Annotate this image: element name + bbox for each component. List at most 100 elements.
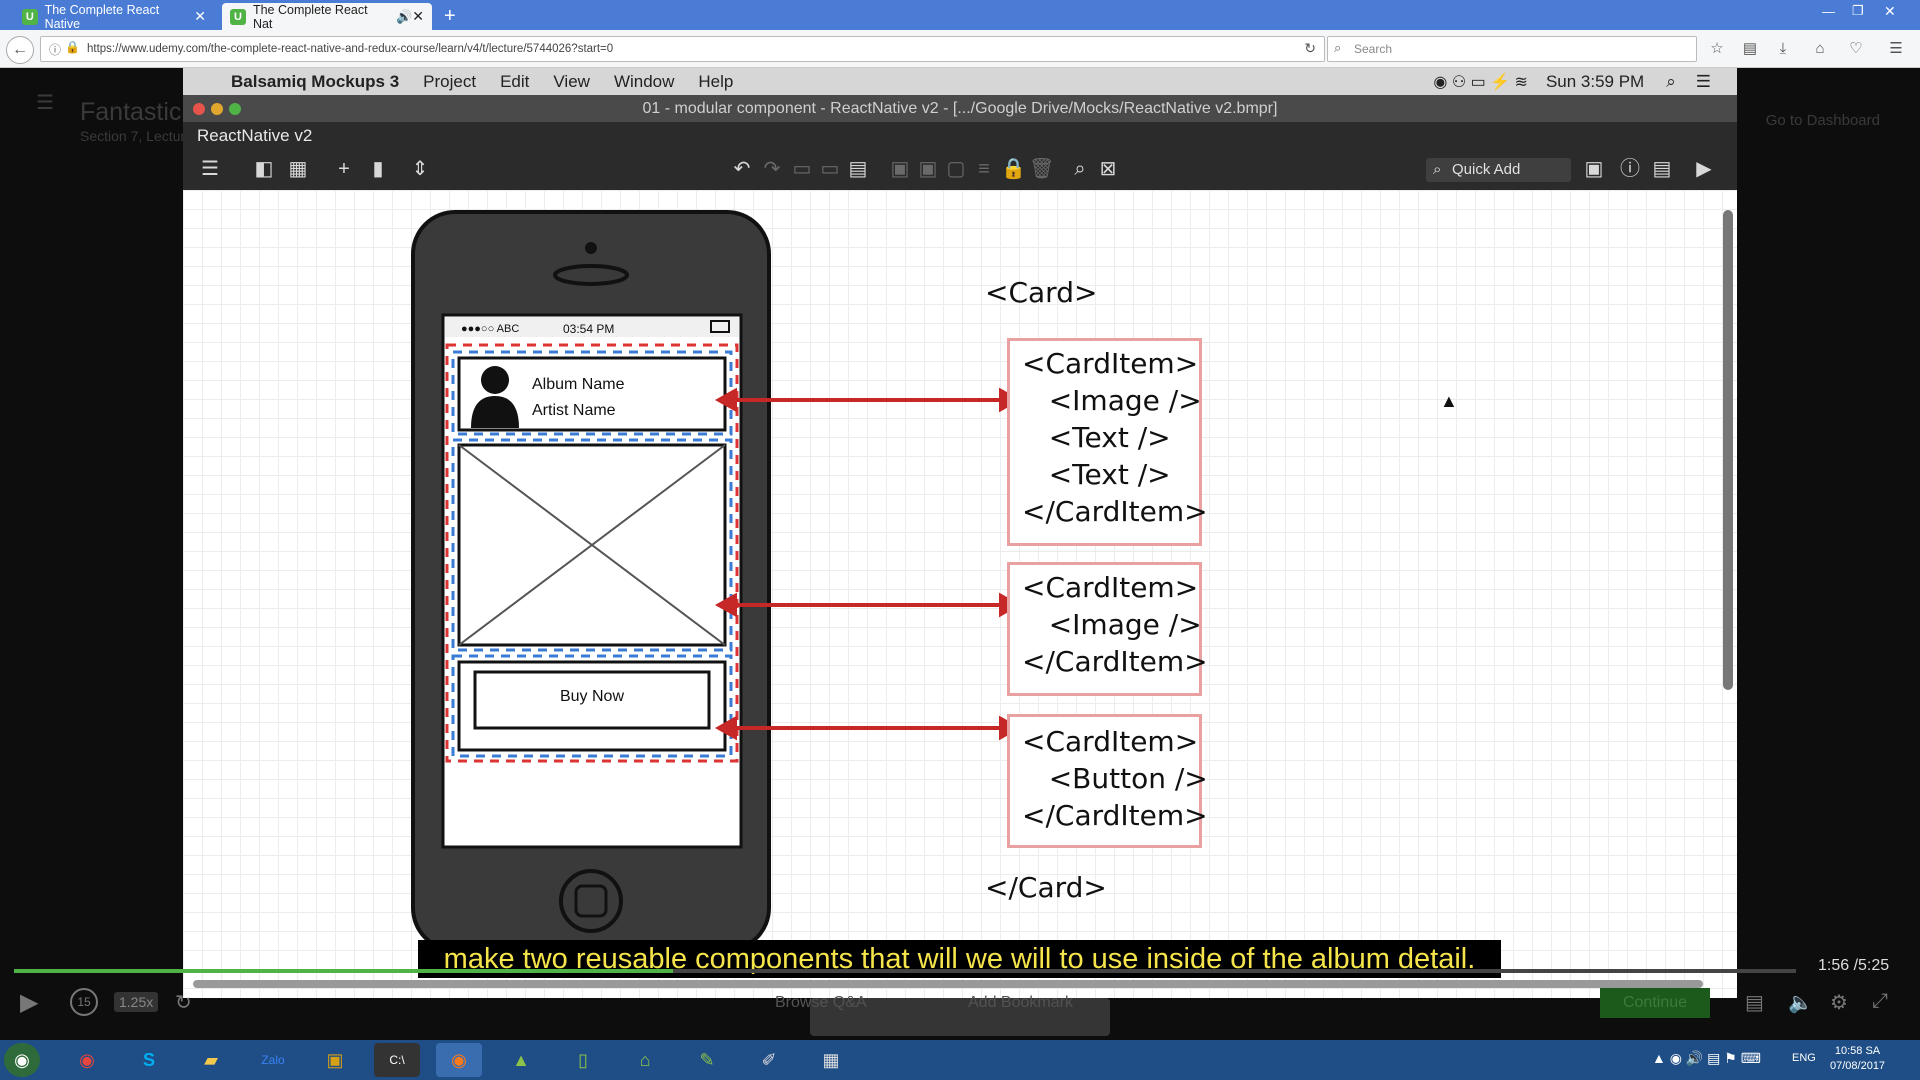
avatar-icon xyxy=(481,366,509,394)
taskbar-time: 10:58 SA xyxy=(1834,1045,1881,1057)
continue-button[interactable]: Continue xyxy=(1600,988,1710,1018)
zoom-icon: ⌕ xyxy=(1074,158,1086,180)
menu-help: Help xyxy=(698,71,734,91)
reload-icon[interactable]: ↻ xyxy=(1304,40,1316,57)
url-bar[interactable]: ⓘ 🔒 https://www.udemy.com/the-complete-r… xyxy=(40,36,1325,62)
taskbar-clock[interactable]: 10:58 SA 07/08/2017 xyxy=(1830,1044,1885,1074)
spotlight-icon: ⌕ xyxy=(1666,71,1676,91)
search-icon: ⌕ xyxy=(1433,161,1442,178)
maximize-icon[interactable]: ❐ xyxy=(1852,3,1864,19)
udemy-icon: U xyxy=(22,8,38,25)
menu-view: View xyxy=(553,71,590,91)
vertical-scrollbar xyxy=(1723,210,1733,690)
mouse-cursor-icon: ▲ xyxy=(1440,391,1458,411)
mac-menu-bar: Balsamiq Mockups 3 Project Edit View Win… xyxy=(183,68,1737,95)
carditem-code-2: <CardItem> <Image /> </CardItem> xyxy=(1022,571,1208,678)
menu-project: Project xyxy=(423,71,477,91)
bookmark-star-icon[interactable]: ☆ xyxy=(1707,39,1727,59)
cut-icon: ▭ xyxy=(820,158,840,180)
arrange-icon: ▢ xyxy=(946,158,966,180)
editor-icon[interactable]: ✎ xyxy=(684,1043,730,1077)
paste-icon: ▤ xyxy=(848,158,868,180)
windows-taskbar: ◉ ◉ S ▰ Zalo ▣ C:\ ◉ ▲ ▯ ⌂ ✎ ✐ ▦ ▲ ◉ 🔊 ▤… xyxy=(0,1040,1920,1080)
folder-icon[interactable]: ▰ xyxy=(188,1043,234,1077)
fit-icon: ⊠ xyxy=(1099,158,1117,180)
forward-icon[interactable]: ↻ xyxy=(175,990,192,1015)
close-icon[interactable]: ✕ xyxy=(412,8,424,25)
tab-1-label: The Complete React Native xyxy=(44,2,160,31)
calculator-icon[interactable]: ▦ xyxy=(808,1043,854,1077)
search-input[interactable]: ⌕ Search xyxy=(1327,36,1697,62)
artist-name: Artist Name xyxy=(532,402,616,419)
curriculum-icon[interactable]: ☰ xyxy=(36,90,54,115)
download-icon[interactable]: ⤓ xyxy=(1773,39,1793,59)
firefox-icon[interactable]: ◉ xyxy=(436,1043,482,1077)
volume-icon[interactable]: 🔈 xyxy=(1788,990,1813,1015)
file-manager-icon[interactable]: ▣ xyxy=(312,1043,358,1077)
language-indicator[interactable]: ENG xyxy=(1792,1052,1816,1064)
paint-icon[interactable]: ✐ xyxy=(746,1043,792,1077)
sort-icon: ⇕ xyxy=(411,158,429,180)
speed-button[interactable]: 1.25x xyxy=(114,992,159,1012)
chrome-icon[interactable]: ◉ xyxy=(64,1043,110,1077)
minimize-icon[interactable]: — xyxy=(1822,4,1835,19)
mac-clock: Sun 3:59 PM xyxy=(1545,71,1645,91)
panel-icon: ◧ xyxy=(254,158,274,180)
mac-zoom-icon xyxy=(229,103,241,115)
udemy-icon: U xyxy=(230,8,246,25)
align-icon: ≡ xyxy=(978,158,990,180)
fullscreen-icon[interactable]: ⤢ xyxy=(1872,990,1888,1013)
carditem-box-1: <CardItem> <Image /> <Text /> <Text /> <… xyxy=(1007,338,1208,546)
zalo-icon[interactable]: Zalo xyxy=(250,1043,296,1077)
tab-bar: U The Complete React Native ✕ U The Comp… xyxy=(0,0,1920,31)
go-to-dashboard-link[interactable]: Go to Dashboard xyxy=(1766,112,1880,129)
tab-2[interactable]: U The Complete React Nat 🔊 ✕ xyxy=(222,3,432,31)
android-icon[interactable]: ⌂ xyxy=(622,1043,668,1077)
mac-minimize-icon xyxy=(211,103,223,115)
horizontal-scrollbar xyxy=(193,980,1703,988)
android-studio-icon[interactable]: ▲ xyxy=(498,1043,544,1077)
info-icon: ⓘ xyxy=(49,43,62,57)
play-icon[interactable]: ▶ xyxy=(20,988,38,1017)
search-placeholder: Search xyxy=(1354,42,1393,56)
menu-edit: Edit xyxy=(500,71,530,91)
speaker-icon[interactable]: 🔊 xyxy=(396,9,412,25)
video-progress-fill xyxy=(14,969,674,973)
group-icon: ▣ xyxy=(890,158,910,180)
window-title: 01 - modular component - ReactNative v2 … xyxy=(183,95,1737,122)
notepad-icon[interactable]: ▯ xyxy=(560,1043,606,1077)
buy-now-label: Buy Now xyxy=(559,688,625,705)
undo-icon: ↶ xyxy=(733,158,751,180)
copy-icon: ▮ xyxy=(372,158,384,180)
back-button[interactable]: ← xyxy=(6,36,34,64)
new-tab-button[interactable]: + xyxy=(444,5,456,28)
start-icon[interactable]: ◉ xyxy=(4,1043,40,1077)
window-close-icon[interactable]: ✕ xyxy=(1884,3,1896,20)
captions-icon[interactable]: ▤ xyxy=(1745,990,1764,1015)
mac-close-icon xyxy=(193,103,205,115)
status-time: 03:54 PM xyxy=(563,322,615,336)
home-icon[interactable]: ⌂ xyxy=(1810,39,1830,59)
rewind-icon[interactable]: 15 xyxy=(70,988,98,1016)
terminal-icon[interactable]: C:\ xyxy=(374,1043,420,1077)
lock-icon: 🔒 xyxy=(65,40,80,54)
menu-icon[interactable]: ☰ xyxy=(1886,39,1906,59)
quick-add-label: Quick Add xyxy=(1452,161,1521,178)
card-open-tag: <Card> xyxy=(985,276,1098,309)
album-name: Album Name xyxy=(532,376,625,393)
card-close-tag: </Card> xyxy=(985,871,1107,904)
reading-list-icon[interactable]: ▤ xyxy=(1740,39,1760,59)
quick-add-input: ⌕ Quick Add xyxy=(1426,158,1571,182)
wifi-icon: ◉ ⚇ ▭ ⚡ ≋ xyxy=(1433,73,1528,91)
duplicate-icon: ▭ xyxy=(792,158,812,180)
menu-app-name: Balsamiq Mockups 3 xyxy=(231,71,400,91)
lock-icon: 🔒 xyxy=(1001,158,1026,180)
skype-icon[interactable]: S xyxy=(126,1043,172,1077)
video-frame[interactable]: Balsamiq Mockups 3 Project Edit View Win… xyxy=(183,68,1737,998)
settings-icon[interactable]: ⚙ xyxy=(1830,990,1848,1015)
pocket-icon[interactable]: ♡ xyxy=(1846,39,1866,59)
redo-icon: ↷ xyxy=(763,158,781,180)
tab-1[interactable]: U The Complete React Native ✕ xyxy=(14,2,214,31)
close-icon[interactable]: ✕ xyxy=(194,8,206,25)
tray-icons[interactable]: ▲ ◉ 🔊 ▤ ⚑ ⌨ xyxy=(1652,1050,1761,1067)
